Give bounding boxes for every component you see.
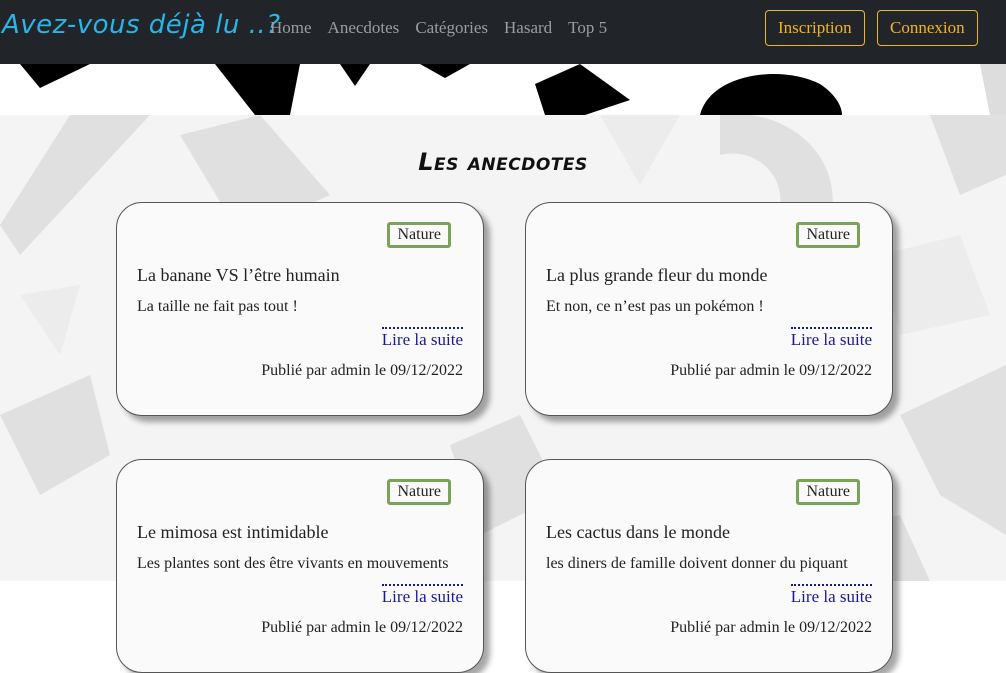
card-summary: Et non, ce n’est pas un pokémon ! (546, 298, 764, 315)
card-summary: les diners de famille doivent donner du … (546, 555, 848, 572)
nav-link-top5[interactable]: Top 5 (568, 18, 607, 38)
login-button[interactable]: Connexion (877, 10, 978, 46)
read-more-link[interactable]: Lire la suite (790, 327, 872, 350)
read-more-link[interactable]: Lire la suite (381, 584, 463, 607)
card-title: La plus grande fleur du monde (546, 265, 768, 285)
anecdote-card: Nature La banane VS l’être humain La tai… (116, 202, 484, 416)
anecdote-card: Nature Le mimosa est intimidable Les pla… (116, 459, 484, 673)
read-more-link[interactable]: Lire la suite (381, 327, 463, 350)
card-meta: Publié par admin le 09/12/2022 (261, 619, 463, 636)
category-badge[interactable]: Nature (796, 222, 860, 248)
brand-logo[interactable]: Avez-vous déjà lu ..? (2, 10, 281, 40)
hero-background (0, 64, 1006, 115)
card-title: La banane VS l’être humain (137, 265, 340, 285)
category-badge[interactable]: Nature (387, 479, 451, 505)
category-badge[interactable]: Nature (387, 222, 451, 248)
read-more-link[interactable]: Lire la suite (790, 584, 872, 607)
navbar: Avez-vous déjà lu ..? Home Anecdotes Cat… (0, 0, 1006, 64)
anecdote-card: Nature Les cactus dans le monde les dine… (525, 459, 893, 673)
card-summary: Les plantes sont des être vivants en mou… (137, 555, 449, 572)
nav-link-anecdotes[interactable]: Anecdotes (328, 18, 400, 38)
signup-button[interactable]: Inscription (765, 10, 865, 46)
card-meta: Publié par admin le 09/12/2022 (670, 362, 872, 379)
card-summary: La taille ne fait pas tout ! (137, 298, 298, 315)
card-meta: Publié par admin le 09/12/2022 (670, 619, 872, 636)
category-badge[interactable]: Nature (796, 479, 860, 505)
card-meta: Publié par admin le 09/12/2022 (261, 362, 463, 379)
page-title: Les anecdotes (418, 148, 588, 177)
nav-link-categories[interactable]: Catégories (415, 18, 488, 38)
anecdote-card: Nature La plus grande fleur du monde Et … (525, 202, 893, 416)
card-title: Les cactus dans le monde (546, 522, 730, 542)
hero-decoration (20, 64, 1006, 115)
nav-link-hasard[interactable]: Hasard (504, 18, 552, 38)
card-title: Le mimosa est intimidable (137, 522, 329, 542)
nav-link-home[interactable]: Home (270, 18, 312, 38)
nav-links: Home Anecdotes Catégories Hasard Top 5 (270, 18, 623, 38)
